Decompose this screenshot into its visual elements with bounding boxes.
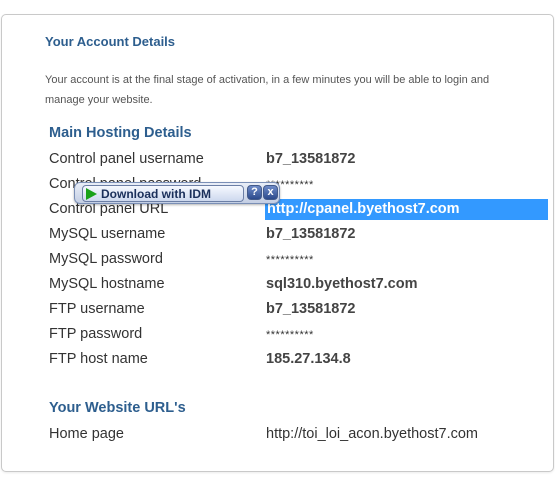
detail-row-mysql-password: MySQL password ********** [49,249,549,271]
detail-row-mysql-hostname: MySQL hostname sql310.byethost7.com [49,274,549,296]
detail-label: FTP host name [49,351,148,367]
intro-text: Your account is at the final stage of ac… [45,74,490,106]
detail-label: FTP username [49,301,145,317]
detail-row-home-page: Home page http://toi_loi_acon.byethost7.… [49,424,549,446]
detail-value[interactable]: b7_13581872 [266,151,356,167]
detail-row-mysql-username: MySQL username b7_13581872 [49,224,549,246]
detail-value[interactable]: ********** [266,329,314,341]
cpanel-url-link[interactable]: http://cpanel.byethost7.com [265,199,548,220]
detail-value[interactable]: ********** [266,254,314,266]
detail-value[interactable]: 185.27.134.8 [266,351,351,367]
idm-download-bar: Download with IDM ? x [74,182,280,204]
detail-row-cpanel-username: Control panel username b7_13581872 [49,149,549,171]
detail-value[interactable]: b7_13581872 [266,301,356,317]
idm-button-label: Download with IDM [101,187,211,201]
detail-value[interactable]: b7_13581872 [266,226,356,242]
download-with-idm-button[interactable]: Download with IDM [82,185,244,202]
detail-row-ftp-password: FTP password ********** [49,324,549,346]
website-section-title: Your Website URL's [49,400,186,416]
detail-label: MySQL username [49,226,166,242]
hosting-section-title: Main Hosting Details [49,125,192,141]
play-icon [86,188,97,200]
detail-label: FTP password [49,326,143,342]
detail-label: Home page [49,426,124,442]
close-icon[interactable]: x [263,185,278,200]
detail-value[interactable]: sql310.byethost7.com [266,276,418,292]
detail-label: Control panel username [49,151,204,167]
detail-label: MySQL hostname [49,276,165,292]
card-title: Your Account Details [45,34,176,49]
help-icon[interactable]: ? [247,185,262,200]
detail-row-ftp-username: FTP username b7_13581872 [49,299,549,321]
detail-label: MySQL password [49,251,163,267]
detail-row-ftp-host: FTP host name 185.27.134.8 [49,349,549,371]
home-page-link[interactable]: http://toi_loi_acon.byethost7.com [266,426,478,442]
